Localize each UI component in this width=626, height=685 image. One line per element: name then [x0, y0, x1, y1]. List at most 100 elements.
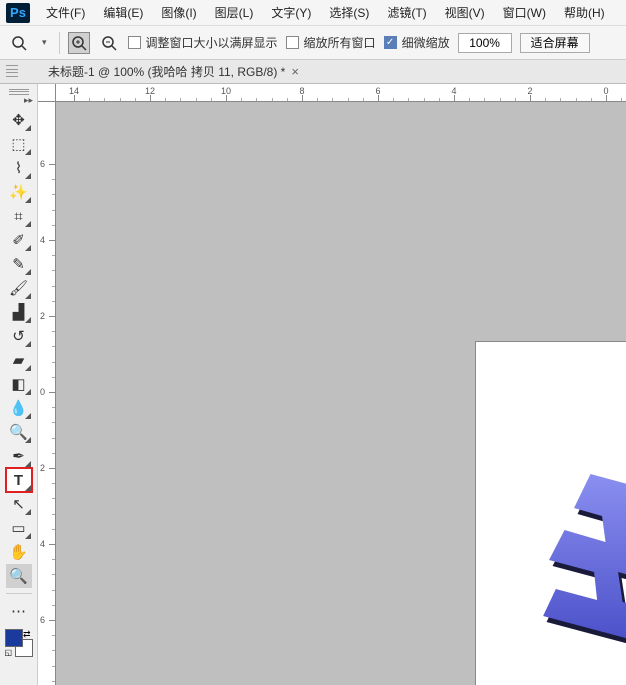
- dodge-tool[interactable]: 🔍: [6, 420, 32, 444]
- fit-screen-button[interactable]: 适合屏幕: [520, 33, 590, 53]
- ruler-label: 6: [40, 159, 45, 169]
- canvas-viewport[interactable]: [56, 102, 626, 685]
- eyedropper-tool[interactable]: ✐: [6, 228, 32, 252]
- zoom-all-label: 缩放所有窗口: [304, 34, 376, 51]
- flyout-indicator-icon: [25, 221, 31, 227]
- ruler-tick: [49, 468, 55, 469]
- ruler-tick: [606, 95, 607, 101]
- main-area: ▸▸ ✥⬚⌇✨⌗✐✎🖌▟↺▰◧💧🔍✒T↖▭✋🔍 ⋯ ◱ ⇄ 1412108642…: [0, 84, 626, 685]
- crop-tool[interactable]: ⌗: [6, 204, 32, 228]
- flyout-indicator-icon: [25, 341, 31, 347]
- flyout-indicator-icon: [25, 509, 31, 515]
- current-tool-icon[interactable]: [8, 32, 30, 54]
- ruler-tick: [49, 544, 55, 545]
- zoom-all-checkbox[interactable]: 缩放所有窗口: [286, 34, 376, 51]
- ruler-label: 6: [40, 615, 45, 625]
- separator: [6, 593, 32, 594]
- flyout-indicator-icon: [25, 173, 31, 179]
- lasso-tool[interactable]: ⌇: [6, 156, 32, 180]
- menu-window[interactable]: 窗口(W): [495, 2, 554, 23]
- ruler-tick: [226, 95, 227, 101]
- ruler-origin[interactable]: [38, 84, 56, 102]
- foreground-color-swatch[interactable]: [5, 629, 23, 647]
- zoom-out-button[interactable]: [98, 32, 120, 54]
- flyout-indicator-icon: [25, 413, 31, 419]
- ruler-tick: [530, 95, 531, 101]
- vertical-ruler[interactable]: 64202468: [38, 102, 56, 685]
- document-tab-bar: 未标题-1 @ 100% (我哈哈 拷贝 11, RGB/8) * ×: [0, 60, 626, 84]
- zoom-tool[interactable]: 🔍: [6, 564, 32, 588]
- document-tab[interactable]: 未标题-1 @ 100% (我哈哈 拷贝 11, RGB/8) * ×: [42, 63, 305, 80]
- healing-brush-tool[interactable]: ✎: [6, 252, 32, 276]
- flyout-indicator-icon: [25, 197, 31, 203]
- ruler-label: 0: [40, 387, 45, 397]
- blur-tool[interactable]: 💧: [6, 396, 32, 420]
- ruler-tick: [49, 164, 55, 165]
- resize-windows-label: 调整窗口大小以满屏显示: [146, 34, 278, 51]
- zoom-in-button[interactable]: [68, 32, 90, 54]
- flyout-indicator-icon: [25, 317, 31, 323]
- default-colors-icon[interactable]: ◱: [5, 648, 13, 657]
- menu-view[interactable]: 视图(V): [437, 2, 493, 23]
- menu-image[interactable]: 图像(I): [153, 2, 204, 23]
- checkbox-icon: [128, 36, 141, 49]
- hand-tool[interactable]: ✋: [6, 540, 32, 564]
- options-bar: ▾ 调整窗口大小以满屏显示 缩放所有窗口 ✓ 细微缩放 100% 适合屏幕: [0, 26, 626, 60]
- menu-select[interactable]: 选择(S): [321, 2, 377, 23]
- type-tool[interactable]: T: [6, 468, 32, 492]
- document-canvas[interactable]: [476, 342, 626, 685]
- ruler-label: 4: [40, 235, 45, 245]
- document-tab-title: 未标题-1 @ 100% (我哈哈 拷贝 11, RGB/8) *: [48, 63, 285, 80]
- gradient-tool[interactable]: ◧: [6, 372, 32, 396]
- flyout-indicator-icon: [25, 365, 31, 371]
- close-tab-icon[interactable]: ×: [291, 64, 299, 79]
- text-layer-glyph: [514, 472, 626, 682]
- ruler-tick: [49, 620, 55, 621]
- menu-layer[interactable]: 图层(L): [207, 2, 262, 23]
- toolbar-expand-icon[interactable]: ▸▸: [24, 95, 33, 106]
- canvas-area: 14121086420 64202468: [38, 84, 626, 685]
- separator: [59, 32, 60, 54]
- ruler-tick: [150, 95, 151, 101]
- menu-filter[interactable]: 滤镜(T): [379, 2, 434, 23]
- resize-windows-checkbox[interactable]: 调整窗口大小以满屏显示: [128, 34, 278, 51]
- color-swatches[interactable]: ◱ ⇄: [5, 629, 33, 657]
- flyout-indicator-icon: [25, 461, 31, 467]
- path-selection-tool[interactable]: ↖: [6, 492, 32, 516]
- pen-tool[interactable]: ✒: [6, 444, 32, 468]
- ruler-label: 4: [40, 539, 45, 549]
- horizontal-ruler[interactable]: 14121086420: [56, 84, 626, 102]
- flyout-indicator-icon: [25, 245, 31, 251]
- ruler-label: 2: [40, 463, 45, 473]
- ruler-tick: [49, 316, 55, 317]
- rectangle-tool[interactable]: ▭: [6, 516, 32, 540]
- tabbar-grip-icon[interactable]: [6, 64, 18, 78]
- clone-stamp-tool[interactable]: ▟: [6, 300, 32, 324]
- checkbox-icon: [286, 36, 299, 49]
- zoom-level-field[interactable]: 100%: [458, 33, 512, 53]
- edit-toolbar-button[interactable]: ⋯: [6, 599, 32, 623]
- scrubby-zoom-label: 细微缩放: [402, 34, 450, 51]
- flyout-indicator-icon: [25, 485, 31, 491]
- eraser-tool[interactable]: ▰: [6, 348, 32, 372]
- flyout-indicator-icon: [25, 269, 31, 275]
- menu-file[interactable]: 文件(F): [38, 2, 93, 23]
- move-tool[interactable]: ✥: [6, 108, 32, 132]
- brush-tool[interactable]: 🖌: [6, 276, 32, 300]
- magic-wand-tool[interactable]: ✨: [6, 180, 32, 204]
- tool-preset-dropdown[interactable]: ▾: [42, 37, 47, 48]
- flyout-indicator-icon: [25, 149, 31, 155]
- ruler-tick: [302, 95, 303, 101]
- flyout-indicator-icon: [25, 293, 31, 299]
- marquee-tool[interactable]: ⬚: [6, 132, 32, 156]
- tools-panel: ▸▸ ✥⬚⌇✨⌗✐✎🖌▟↺▰◧💧🔍✒T↖▭✋🔍 ⋯ ◱ ⇄: [0, 84, 38, 685]
- history-brush-tool[interactable]: ↺: [6, 324, 32, 348]
- menu-type[interactable]: 文字(Y): [263, 2, 319, 23]
- swap-colors-icon[interactable]: ⇄: [23, 629, 31, 640]
- checkbox-icon: ✓: [384, 36, 397, 49]
- scrubby-zoom-checkbox[interactable]: ✓ 细微缩放: [384, 34, 450, 51]
- menu-edit[interactable]: 编辑(E): [95, 2, 151, 23]
- menu-help[interactable]: 帮助(H): [556, 2, 613, 23]
- ruler-label: 2: [40, 311, 45, 321]
- ruler-tick: [454, 95, 455, 101]
